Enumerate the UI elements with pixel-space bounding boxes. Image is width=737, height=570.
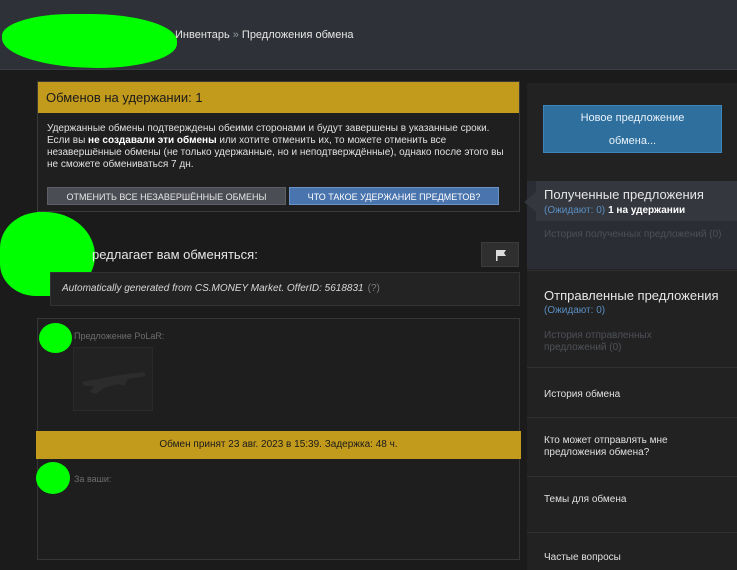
sent-pending-count: (Ожидают: 0) xyxy=(544,305,606,316)
sidebar-divider xyxy=(527,367,737,368)
redaction-mark-your-avatar xyxy=(36,462,70,494)
their-items-label: Предложение PoLaR: xyxy=(74,331,165,341)
received-pending-count: (Ожидают: 0) xyxy=(544,205,606,216)
offer-message-text: Automatically generated from CS.MONEY Ma… xyxy=(62,283,364,294)
sent-offers-title[interactable]: Отправленные предложения xyxy=(544,288,719,303)
your-items-label: За ваши: xyxy=(74,474,112,484)
cancel-all-trades-button[interactable]: ОТМЕНИТЬ ВСЕ НЕЗАВЕРШЁННЫЕ ОБМЕНЫ xyxy=(47,187,286,205)
received-on-hold[interactable]: 1 на удержании xyxy=(608,205,685,216)
redaction-mark-partner-avatar xyxy=(39,323,72,353)
sidebar-divider xyxy=(527,476,737,477)
flag-icon xyxy=(496,250,506,261)
trade-topics-link[interactable]: Темы для обмена xyxy=(544,494,626,506)
rifle-item-icon xyxy=(82,372,146,394)
escrow-description: Удержанные обмены подтверждены обеими ст… xyxy=(47,123,504,170)
trade-status-bar: Обмен принят 23 авг. 2023 в 15:39. Задер… xyxy=(36,431,521,459)
faq-link[interactable]: Частые вопросы xyxy=(544,552,621,564)
trade-history-link[interactable]: История обмена xyxy=(544,389,620,401)
new-trade-offer-button[interactable]: Новое предложение обмена... xyxy=(543,105,722,153)
offer-title: редлагает вам обменяться: xyxy=(92,247,258,262)
received-offers-history-link[interactable]: История полученных предложений (0) xyxy=(544,229,729,241)
sidebar-divider xyxy=(527,270,737,271)
breadcrumb-inventory-link[interactable]: Инвентарь xyxy=(175,29,230,41)
trade-item-slot[interactable] xyxy=(73,347,153,411)
breadcrumb-offers: Предложения обмена xyxy=(241,29,354,41)
sent-offers-status: (Ожидают: 0) xyxy=(544,305,605,316)
active-indicator-arrow xyxy=(524,192,536,212)
sent-offers-history-link[interactable]: История отправленных предложений (0) xyxy=(544,330,684,354)
who-can-send-offers-link[interactable]: Кто может отправлять мне предложения обм… xyxy=(544,435,704,459)
sidebar-divider xyxy=(527,417,737,418)
escrow-bold-phrase: не создавали эти обмены xyxy=(88,135,217,146)
escrow-notice-panel: Обменов на удержании: 1 Удержанные обмен… xyxy=(37,81,520,212)
offer-message-box: Automatically generated from CS.MONEY Ma… xyxy=(50,272,520,306)
report-flag-button[interactable] xyxy=(481,242,519,267)
breadcrumb-separator: » xyxy=(232,29,239,41)
escrow-title: Обменов на удержании: 1 xyxy=(38,82,519,113)
breadcrumb: Инвентарь» Предложения обмена xyxy=(175,29,354,41)
received-offers-title[interactable]: Полученные предложения xyxy=(544,187,704,202)
help-icon[interactable]: (?) xyxy=(368,283,380,294)
sidebar-divider xyxy=(527,532,737,533)
received-offers-status: (Ожидают: 0) 1 на удержании xyxy=(544,205,685,216)
what-is-escrow-button[interactable]: ЧТО ТАКОЕ УДЕРЖАНИЕ ПРЕДМЕТОВ? xyxy=(289,187,499,205)
